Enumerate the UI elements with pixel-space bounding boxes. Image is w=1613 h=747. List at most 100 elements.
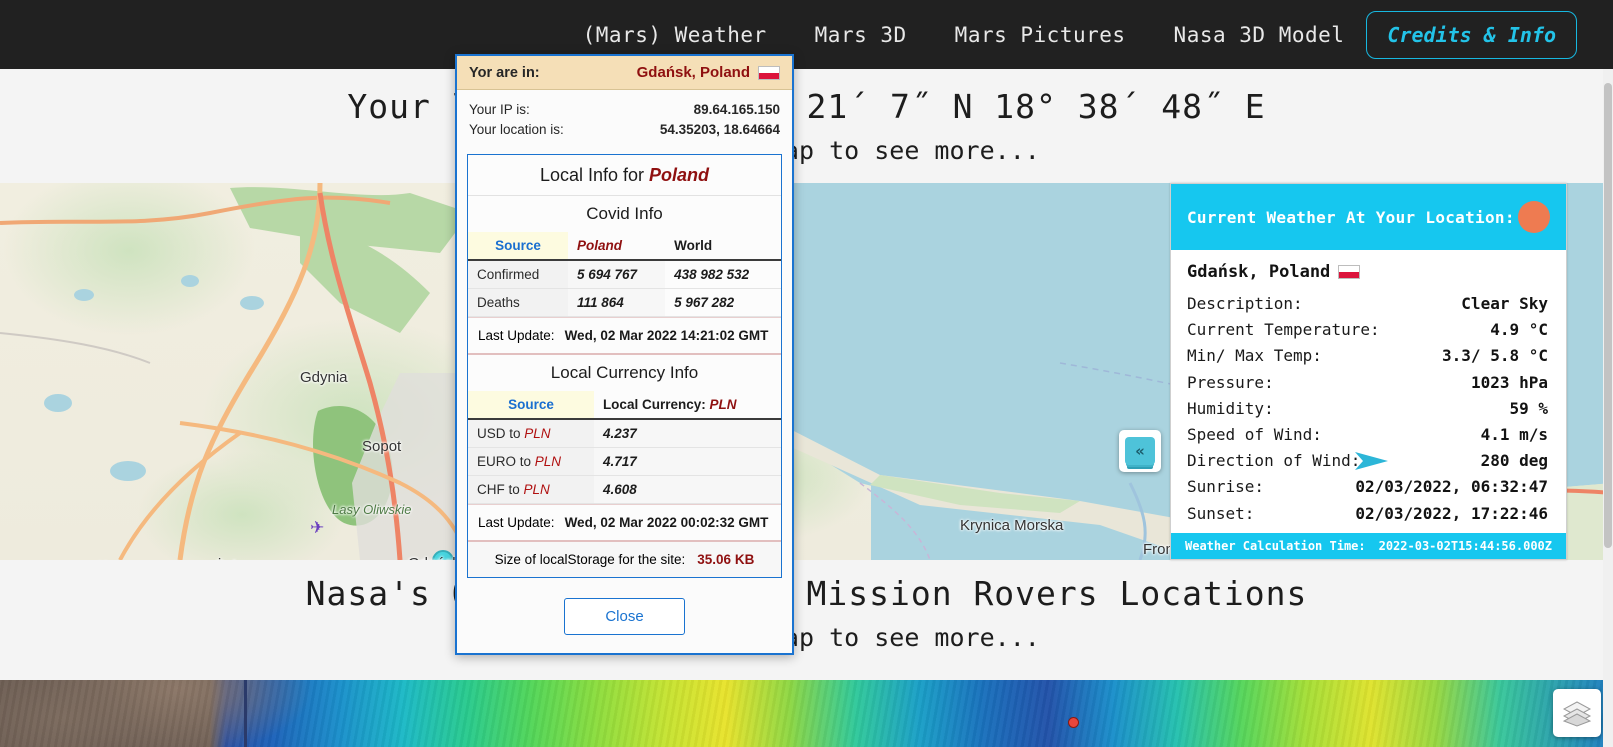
covid-last-update: Last Update: Wed, 02 Mar 2022 14:21:02 G…: [468, 317, 781, 353]
local-info-country: Poland: [649, 165, 710, 185]
covid-table-header-row: Source Poland World: [468, 232, 781, 261]
currency-last-update-value: Wed, 02 Mar 2022 00:02:32 GMT: [564, 515, 769, 530]
nav-link-mars-pictures[interactable]: Mars Pictures: [955, 23, 1126, 47]
weather-city: Gdańsk, Poland: [1187, 262, 1548, 282]
collapse-layers-icon: «: [1125, 437, 1155, 465]
currency-col-local-prefix: Local Currency:: [602, 397, 710, 412]
weather-row-value: 02/03/2022, 17:22:46: [1355, 503, 1548, 523]
currency-row-source: CHF to PLN: [468, 475, 594, 504]
table-row: EURO to PLN 4.717: [468, 447, 781, 476]
weather-row: Speed of Wind: 4.1 m/s: [1187, 422, 1548, 448]
wind-direction-arrow-icon: [1355, 452, 1388, 471]
currency-row-source-code: PLN: [524, 426, 551, 441]
localstorage-label: Size of localStorage for the site:: [494, 552, 686, 567]
currency-table-body: USD to PLN 4.237 EURO to PLN 4.717 CHF to PL…: [468, 419, 781, 504]
covid-col-source: Source: [468, 232, 568, 261]
nav-link-nasa-3d-model[interactable]: Nasa 3D Model: [1174, 23, 1345, 47]
weather-row-label: Direction of Wind:: [1187, 451, 1361, 471]
covid-info-table: Source Poland World Confirmed 5 694 767 43…: [468, 232, 781, 317]
weather-calc-time-value: 2022-03-02T15:44:56.000Z: [1378, 539, 1552, 553]
top-navigation-bar: (Mars) Weather Mars 3D Mars Pictures Nas…: [0, 0, 1613, 69]
page-subtitle: click on the map to see more...: [573, 136, 1040, 165]
currency-table-header-row: Source Local Currency: PLN: [468, 391, 781, 420]
coords-value: 54.35203, 18.64664: [659, 122, 780, 137]
modal-footer: Close: [457, 586, 792, 653]
covid-row-source: Deaths: [468, 288, 568, 317]
airport-icon: ✈: [310, 518, 325, 538]
map-place-label: Sopot: [362, 438, 402, 455]
weather-row-label: Pressure:: [1187, 372, 1274, 392]
poland-flag-icon: [758, 65, 780, 80]
weather-row: Sunset: 02/03/2022, 17:22:46: [1187, 501, 1548, 527]
covid-row-source: Confirmed: [468, 260, 568, 289]
modal-header: Yor are in: Gdańsk, Poland: [457, 56, 792, 90]
rover-marker[interactable]: [1068, 717, 1079, 728]
weather-calc-time-label: Weather Calculation Time:: [1185, 539, 1366, 553]
currency-col-source: Source: [468, 391, 594, 420]
weather-calc-time-bar: Weather Calculation Time: 2022-03-02T15:…: [1171, 533, 1566, 559]
table-row: CHF to PLN 4.608: [468, 475, 781, 504]
weather-row-label: Humidity:: [1187, 398, 1274, 418]
weather-row-value: Clear Sky: [1461, 294, 1548, 313]
currency-last-update-label: Last Update:: [478, 515, 555, 530]
covid-info-title: Covid Info: [586, 204, 663, 223]
local-info-panel: Local Info for Poland Covid Info Source …: [467, 154, 782, 578]
nav-link-mars-3d[interactable]: Mars 3D: [815, 23, 907, 47]
table-row: Confirmed 5 694 767 438 982 532: [468, 260, 781, 289]
map-place-label: Gdynia: [300, 369, 348, 386]
localstorage-size-row: Size of localStorage for the site: 35.06…: [468, 540, 781, 577]
covid-row-world: 438 982 532: [665, 260, 781, 289]
currency-row-source: USD to PLN: [468, 419, 594, 448]
currency-row-value: 4.237: [593, 419, 781, 448]
weather-row-value: 02/03/2022, 06:32:47: [1355, 477, 1548, 497]
covid-last-update-label: Last Update:: [478, 328, 555, 343]
currency-col-local: Local Currency: PLN: [593, 391, 781, 420]
location-info-modal: Yor are in: Gdańsk, Poland Your IP is: 8…: [455, 54, 794, 655]
weather-panel-body: Gdańsk, Poland Description: Clear Sky Curr…: [1171, 250, 1566, 533]
current-weather-panel: Current Weather At Your Location: Gdańsk…: [1170, 183, 1567, 560]
local-info-title: Local Info for Poland: [468, 155, 781, 196]
localstorage-value: 35.06 KB: [697, 552, 755, 567]
weather-row-value: 1023 hPa: [1470, 372, 1548, 392]
currency-col-local-code: PLN: [709, 397, 737, 412]
page-scrollbar[interactable]: [1603, 69, 1613, 747]
credits-and-info-button[interactable]: Credits & Info: [1366, 10, 1577, 59]
weather-row: Sunrise: 02/03/2022, 06:32:47: [1187, 474, 1548, 500]
map-place-label: Krynica Morska: [960, 517, 1064, 534]
weather-row-label: Min/ Max Temp:: [1187, 346, 1322, 366]
currency-info-title: Local Currency Info: [550, 363, 699, 382]
currency-row-value: 4.717: [593, 447, 781, 476]
rovers-subtitle: click on the map to see more...: [573, 623, 1040, 652]
weather-row-label: Current Temperature:: [1187, 320, 1380, 340]
map-collapse-control[interactable]: «: [1119, 430, 1161, 472]
location-heading-block: Your location is: 54° 21´ 7˝ N 18° 38´ 4…: [0, 69, 1613, 183]
weather-row-value: 3.3/ 5.8 °C: [1442, 346, 1548, 366]
close-button[interactable]: Close: [564, 598, 685, 635]
weather-row-label: Sunset:: [1187, 503, 1255, 523]
weather-rows: Description: Clear Sky Current Temperature…: [1187, 291, 1548, 527]
covid-row-local: 111 864: [567, 288, 666, 317]
weather-row-value: 4.9 °C: [1490, 320, 1548, 340]
coords-label: Your location is:: [469, 122, 564, 137]
coords-row: Your location is: 54.35203, 18.64664: [469, 120, 780, 140]
page-title: Your location is: 54° 21´ 7˝ N 18° 38´ 4…: [347, 87, 1266, 126]
weather-row: Humidity: 59 %: [1187, 396, 1548, 422]
ip-row: Your IP is: 89.64.165.150: [469, 100, 780, 120]
modal-ip-section: Your IP is: 89.64.165.150 Your location …: [457, 90, 792, 148]
weather-row-label: Sunrise:: [1187, 477, 1265, 497]
poland-flag-icon: [1338, 265, 1361, 279]
currency-row-source-prefix: CHF to: [477, 482, 524, 497]
modal-header-location-text: Gdańsk, Poland: [636, 64, 750, 81]
mars-layers-control[interactable]: [1553, 689, 1601, 737]
nav-link-mars-weather[interactable]: (Mars) Weather: [583, 23, 767, 47]
page-scrollbar-thumb[interactable]: [1604, 83, 1612, 548]
weather-row: Current Temperature: 4.9 °C: [1187, 317, 1548, 343]
page-root: ✈ GdyniaSopotLasy OliwskieŻukowoKartuzyp…: [0, 0, 1613, 747]
layers-icon: [1562, 701, 1592, 727]
table-row: USD to PLN 4.237: [468, 419, 781, 448]
currency-row-value: 4.608: [593, 475, 781, 504]
covid-table-body: Confirmed 5 694 767 438 982 532 Deaths 111 8…: [468, 260, 781, 317]
currency-row-source-code: PLN: [534, 454, 562, 469]
table-row: Deaths 111 864 5 967 282: [468, 288, 781, 317]
map-place-label: Lasy Oliwskie: [332, 502, 412, 517]
